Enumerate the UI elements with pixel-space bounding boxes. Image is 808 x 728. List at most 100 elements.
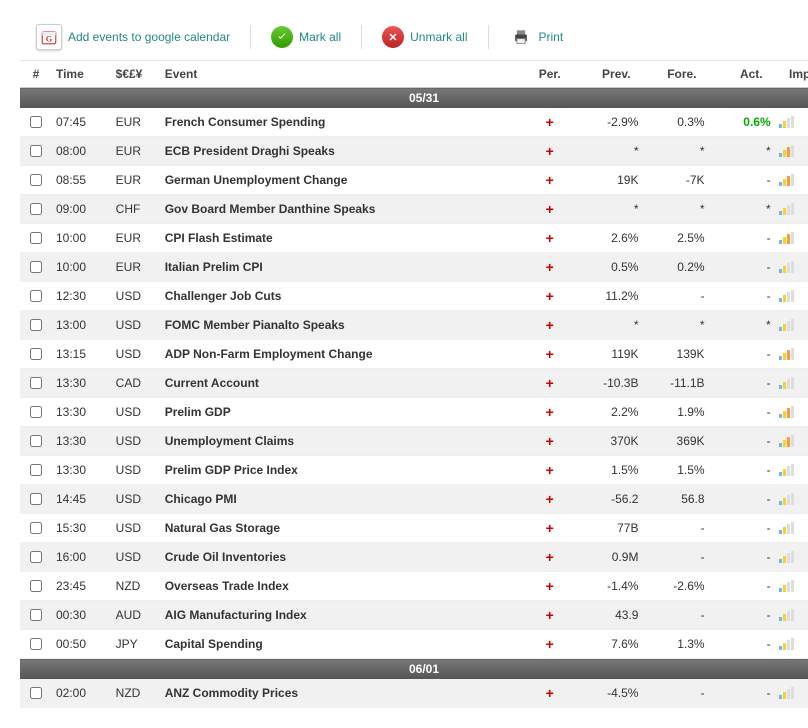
expand-icon[interactable]: + <box>546 346 554 362</box>
event-name[interactable]: Challenger Job Cuts <box>161 282 523 311</box>
importance-icon[interactable] <box>779 232 808 244</box>
expand-icon[interactable]: + <box>546 143 554 159</box>
row-checkbox[interactable] <box>30 348 42 360</box>
expand-icon[interactable]: + <box>546 462 554 478</box>
expand-icon[interactable]: + <box>546 114 554 130</box>
expand-icon[interactable]: + <box>546 433 554 449</box>
actual-value: - <box>709 456 775 485</box>
time-cell: 12:30 <box>52 282 112 311</box>
event-name[interactable]: CPI Flash Estimate <box>161 224 523 253</box>
event-name[interactable]: AIG Manufacturing Index <box>161 601 523 630</box>
event-name[interactable]: FOMC Member Pianalto Speaks <box>161 311 523 340</box>
expand-icon[interactable]: + <box>546 172 554 188</box>
expand-icon[interactable]: + <box>546 404 554 420</box>
event-name[interactable]: ANZ Commodity Prices <box>161 679 523 708</box>
previous-value: 19K <box>576 166 642 195</box>
event-name[interactable]: Current Account <box>161 369 523 398</box>
row-checkbox[interactable] <box>30 290 42 302</box>
row-checkbox[interactable] <box>30 493 42 505</box>
expand-icon[interactable]: + <box>546 607 554 623</box>
row-checkbox[interactable] <box>30 638 42 650</box>
mark-all-button[interactable]: Mark all <box>259 26 353 48</box>
row-checkbox[interactable] <box>30 687 42 699</box>
expand-icon[interactable]: + <box>546 375 554 391</box>
importance-icon[interactable] <box>779 435 808 447</box>
importance-icon[interactable] <box>779 522 808 534</box>
importance-icon[interactable] <box>779 406 808 418</box>
row-checkbox[interactable] <box>30 551 42 563</box>
importance-icon[interactable] <box>779 551 808 563</box>
event-name[interactable]: Prelim GDP Price Index <box>161 456 523 485</box>
event-name[interactable]: Capital Spending <box>161 630 523 659</box>
event-name[interactable]: German Unemployment Change <box>161 166 523 195</box>
importance-icon[interactable] <box>779 638 808 650</box>
row-checkbox[interactable] <box>30 406 42 418</box>
event-name[interactable]: Italian Prelim CPI <box>161 253 523 282</box>
currency-cell: USD <box>112 282 161 311</box>
importance-icon[interactable] <box>779 464 808 476</box>
expand-icon[interactable]: + <box>546 491 554 507</box>
actual-value: - <box>709 253 775 282</box>
date-label: 05/31 <box>20 88 808 109</box>
row-checkbox[interactable] <box>30 580 42 592</box>
importance-icon[interactable] <box>779 145 808 157</box>
importance-icon[interactable] <box>779 609 808 621</box>
col-actual: Act. <box>709 61 775 88</box>
row-checkbox[interactable] <box>30 609 42 621</box>
row-checkbox[interactable] <box>30 377 42 389</box>
importance-icon[interactable] <box>779 174 808 186</box>
importance-icon[interactable] <box>779 348 808 360</box>
expand-icon[interactable]: + <box>546 201 554 217</box>
print-button[interactable]: Print <box>497 27 576 47</box>
row-checkbox[interactable] <box>30 145 42 157</box>
expand-icon[interactable]: + <box>546 549 554 565</box>
importance-icon[interactable] <box>779 687 808 699</box>
row-checkbox[interactable] <box>30 232 42 244</box>
separator <box>250 25 251 49</box>
importance-icon[interactable] <box>779 261 808 273</box>
event-row: 15:30USDNatural Gas Storage+77B-- <box>20 514 808 543</box>
event-name[interactable]: Chicago PMI <box>161 485 523 514</box>
toolbar: G Add events to google calendar Mark all… <box>20 20 808 61</box>
previous-value: 0.5% <box>576 253 642 282</box>
expand-icon[interactable]: + <box>546 259 554 275</box>
expand-icon[interactable]: + <box>546 578 554 594</box>
expand-icon[interactable]: + <box>546 288 554 304</box>
expand-icon[interactable]: + <box>546 636 554 652</box>
importance-icon[interactable] <box>779 493 808 505</box>
event-name[interactable]: Natural Gas Storage <box>161 514 523 543</box>
importance-icon[interactable] <box>779 203 808 215</box>
x-icon <box>382 26 404 48</box>
row-checkbox[interactable] <box>30 174 42 186</box>
unmark-all-button[interactable]: Unmark all <box>370 26 479 48</box>
col-forecast: Fore. <box>642 61 708 88</box>
event-name[interactable]: Prelim GDP <box>161 398 523 427</box>
expand-icon[interactable]: + <box>546 520 554 536</box>
importance-icon[interactable] <box>779 319 808 331</box>
time-cell: 13:30 <box>52 398 112 427</box>
event-name[interactable]: French Consumer Spending <box>161 108 523 137</box>
importance-icon[interactable] <box>779 377 808 389</box>
previous-value: -56.2 <box>576 485 642 514</box>
event-name[interactable]: Gov Board Member Danthine Speaks <box>161 195 523 224</box>
row-checkbox[interactable] <box>30 261 42 273</box>
forecast-value: -11.1B <box>642 369 708 398</box>
add-google-label: Add events to google calendar <box>68 30 230 44</box>
event-name[interactable]: Unemployment Claims <box>161 427 523 456</box>
row-checkbox[interactable] <box>30 319 42 331</box>
event-name[interactable]: ECB President Draghi Speaks <box>161 137 523 166</box>
row-checkbox[interactable] <box>30 464 42 476</box>
expand-icon[interactable]: + <box>546 317 554 333</box>
importance-icon[interactable] <box>779 580 808 592</box>
expand-icon[interactable]: + <box>546 685 554 701</box>
row-checkbox[interactable] <box>30 435 42 447</box>
importance-icon[interactable] <box>779 290 808 302</box>
add-google-calendar-button[interactable]: G Add events to google calendar <box>24 24 242 50</box>
row-checkbox[interactable] <box>30 203 42 215</box>
row-checkbox[interactable] <box>30 116 42 128</box>
row-checkbox[interactable] <box>30 522 42 534</box>
event-name[interactable]: ADP Non-Farm Employment Change <box>161 340 523 369</box>
importance-icon[interactable] <box>779 116 808 128</box>
expand-icon[interactable]: + <box>546 230 554 246</box>
event-name[interactable]: Crude Oil Inventories <box>161 543 523 572</box>
